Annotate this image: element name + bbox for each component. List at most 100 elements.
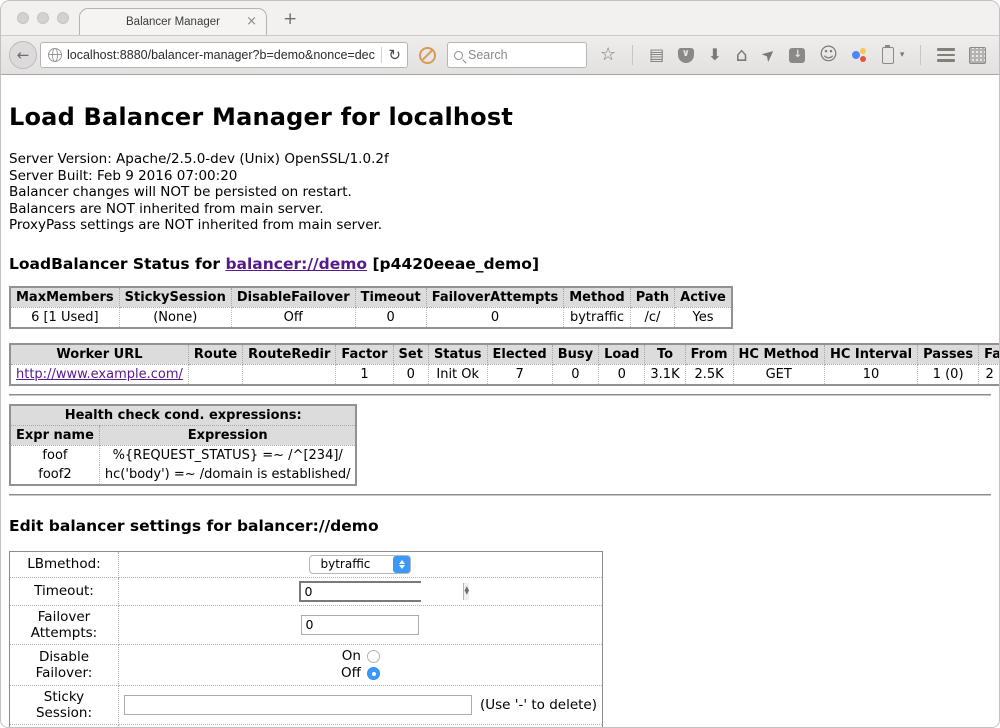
col-expression: Expression: [99, 425, 356, 445]
lbmethod-select[interactable]: bytraffic: [309, 555, 411, 574]
section-divider: [9, 394, 991, 396]
col-set: Set: [393, 344, 428, 365]
col-active: Active: [675, 287, 732, 308]
back-arrow-icon: ←: [17, 46, 30, 64]
tab-close-icon[interactable]: ×: [246, 14, 257, 29]
radio-on-label: On: [342, 648, 361, 664]
col-stickysession: StickySession: [119, 287, 231, 308]
site-identity-globe-icon[interactable]: [48, 48, 62, 62]
col-route: Route: [188, 344, 242, 365]
server-version: Server Version: Apache/2.5.0-dev (Unix) …: [9, 151, 991, 168]
col-hc-method: HC Method: [733, 344, 824, 365]
worker-row: http://www.example.com/ 1 0 Init Ok 7 0 …: [10, 364, 999, 385]
failover-attempts-label: Failover Attempts:: [10, 605, 119, 644]
new-tab-button[interactable]: +: [283, 9, 297, 29]
toolbar-divider: [632, 45, 633, 65]
balancer-demo-link[interactable]: balancer://demo: [225, 255, 367, 273]
health-expr-row: foof2 hc('body') =~ /domain is establish…: [10, 465, 356, 485]
extension-colordots-icon[interactable]: [852, 47, 868, 63]
balancer-row: 6 [1 Used] (None) Off 0 0 bytraffic /c/ …: [10, 307, 732, 328]
edit-balancer-form: LBmethod: bytraffic Timeout: ▲▼: [9, 551, 603, 728]
url-bar[interactable]: localhost:8880/balancer-manager?b=demo&n…: [40, 42, 408, 68]
persist-note: Balancer changes will NOT be persisted o…: [9, 184, 991, 201]
minimize-window-button[interactable]: [37, 12, 49, 24]
download-icon[interactable]: ⬇: [708, 47, 721, 63]
disable-failover-row: Disable Failover: On Off: [10, 644, 603, 685]
col-timeout: Timeout: [355, 287, 426, 308]
toolbar-divider: [920, 45, 921, 65]
browser-toolbar: ← localhost:8880/balancer-manager?b=demo…: [1, 35, 999, 75]
inherit-note: Balancers are NOT inherited from main se…: [9, 201, 991, 218]
search-bar[interactable]: [447, 42, 587, 68]
sticky-session-row: Sticky Session: (Use '-' to delete): [10, 685, 603, 724]
toolbar-icons: ☆ ▤ ⬇ ⌂ ➤ ☺ ▾: [600, 45, 986, 65]
server-info: Server Version: Apache/2.5.0-dev (Unix) …: [9, 151, 991, 234]
timeout-row: Timeout: ▲▼: [10, 577, 603, 605]
col-to: To: [645, 344, 685, 365]
number-stepper-icon[interactable]: ▲▼: [463, 583, 469, 600]
col-hc-interval: HC Interval: [824, 344, 917, 365]
send-tab-icon[interactable]: ➤: [758, 45, 779, 66]
menu-icon[interactable]: [937, 48, 955, 62]
col-factor: Factor: [336, 344, 393, 365]
col-method: Method: [564, 287, 630, 308]
health-expr-row: foof %{REQUEST_STATUS} =~ /^[234]/: [10, 445, 356, 465]
pocket-icon[interactable]: [678, 48, 694, 63]
smiley-icon[interactable]: ☺: [819, 46, 838, 64]
reload-icon[interactable]: ↻: [388, 46, 401, 64]
lbmethod-row: LBmethod: bytraffic: [10, 551, 603, 577]
page-title: Load Balancer Manager for localhost: [9, 75, 991, 131]
back-button[interactable]: ←: [9, 41, 37, 69]
select-stepper-icon: [393, 556, 410, 573]
zoom-window-button[interactable]: [57, 12, 69, 24]
failover-on-radio[interactable]: [367, 650, 380, 663]
failover-off-radio[interactable]: [367, 667, 380, 680]
battery-extension-icon[interactable]: [882, 47, 894, 64]
col-worker-url: Worker URL: [10, 344, 188, 365]
col-elected: Elected: [487, 344, 552, 365]
chevron-down-icon[interactable]: ▾: [900, 51, 905, 60]
edit-settings-heading: Edit balancer settings for balancer://de…: [9, 517, 991, 535]
sticky-session-input[interactable]: [124, 695, 472, 715]
col-failoverattempts: FailoverAttempts: [426, 287, 564, 308]
worker-url-link[interactable]: http://www.example.com/: [16, 367, 183, 382]
col-passes: Passes: [918, 344, 979, 365]
server-built: Server Built: Feb 9 2016 07:00:20: [9, 168, 991, 185]
screenshot-grid-icon[interactable]: [969, 47, 986, 64]
timeout-input[interactable]: [301, 583, 463, 600]
proxypass-note: ProxyPass settings are NOT inherited fro…: [9, 217, 991, 234]
sticky-session-note: (Use '-' to delete): [480, 697, 597, 713]
save-to-device-icon[interactable]: [789, 48, 805, 63]
failover-attempts-input[interactable]: [301, 615, 419, 635]
timeout-input-wrap: ▲▼: [299, 581, 421, 602]
radio-off-label: Off: [341, 665, 361, 681]
urlbar-divider: [381, 47, 382, 63]
search-input[interactable]: [468, 48, 580, 62]
page-content: Load Balancer Manager for localhost Serv…: [1, 75, 999, 728]
col-routeredir: RouteRedir: [243, 344, 336, 365]
window-controls[interactable]: [17, 12, 69, 24]
tab-strip: Balancer Manager × +: [1, 1, 999, 35]
add-worker-label: Add New Worker:: [10, 724, 119, 728]
close-window-button[interactable]: [17, 12, 29, 24]
col-fails: Fails: [979, 344, 999, 365]
col-expr-name: Expr name: [10, 425, 99, 445]
health-check-table: Health check cond. expressions: Expr nam…: [9, 404, 357, 486]
reading-list-icon[interactable]: ▤: [649, 47, 664, 63]
col-busy: Busy: [552, 344, 598, 365]
balancer-status-table: MaxMembers StickySession DisableFailover…: [9, 286, 733, 329]
url-text[interactable]: localhost:8880/balancer-manager?b=demo&n…: [67, 48, 375, 62]
loadbalancer-status-heading: LoadBalancer Status for balancer://demo …: [9, 255, 991, 273]
bookmark-star-icon[interactable]: ☆: [600, 46, 616, 64]
col-status: Status: [428, 344, 487, 365]
search-icon: [454, 51, 463, 60]
col-disablefailover: DisableFailover: [231, 287, 355, 308]
timeout-label: Timeout:: [10, 577, 119, 605]
sticky-session-label: Sticky Session:: [10, 685, 119, 724]
content-blocked-icon[interactable]: [419, 47, 436, 64]
browser-window: Balancer Manager × + ← localhost:8880/ba…: [0, 0, 1000, 728]
tab-balancer-manager[interactable]: Balancer Manager ×: [79, 8, 267, 35]
home-icon[interactable]: ⌂: [736, 46, 748, 65]
add-worker-row: Add New Worker: Are you sure?: [10, 724, 603, 728]
disable-failover-label: Disable Failover:: [10, 644, 119, 685]
